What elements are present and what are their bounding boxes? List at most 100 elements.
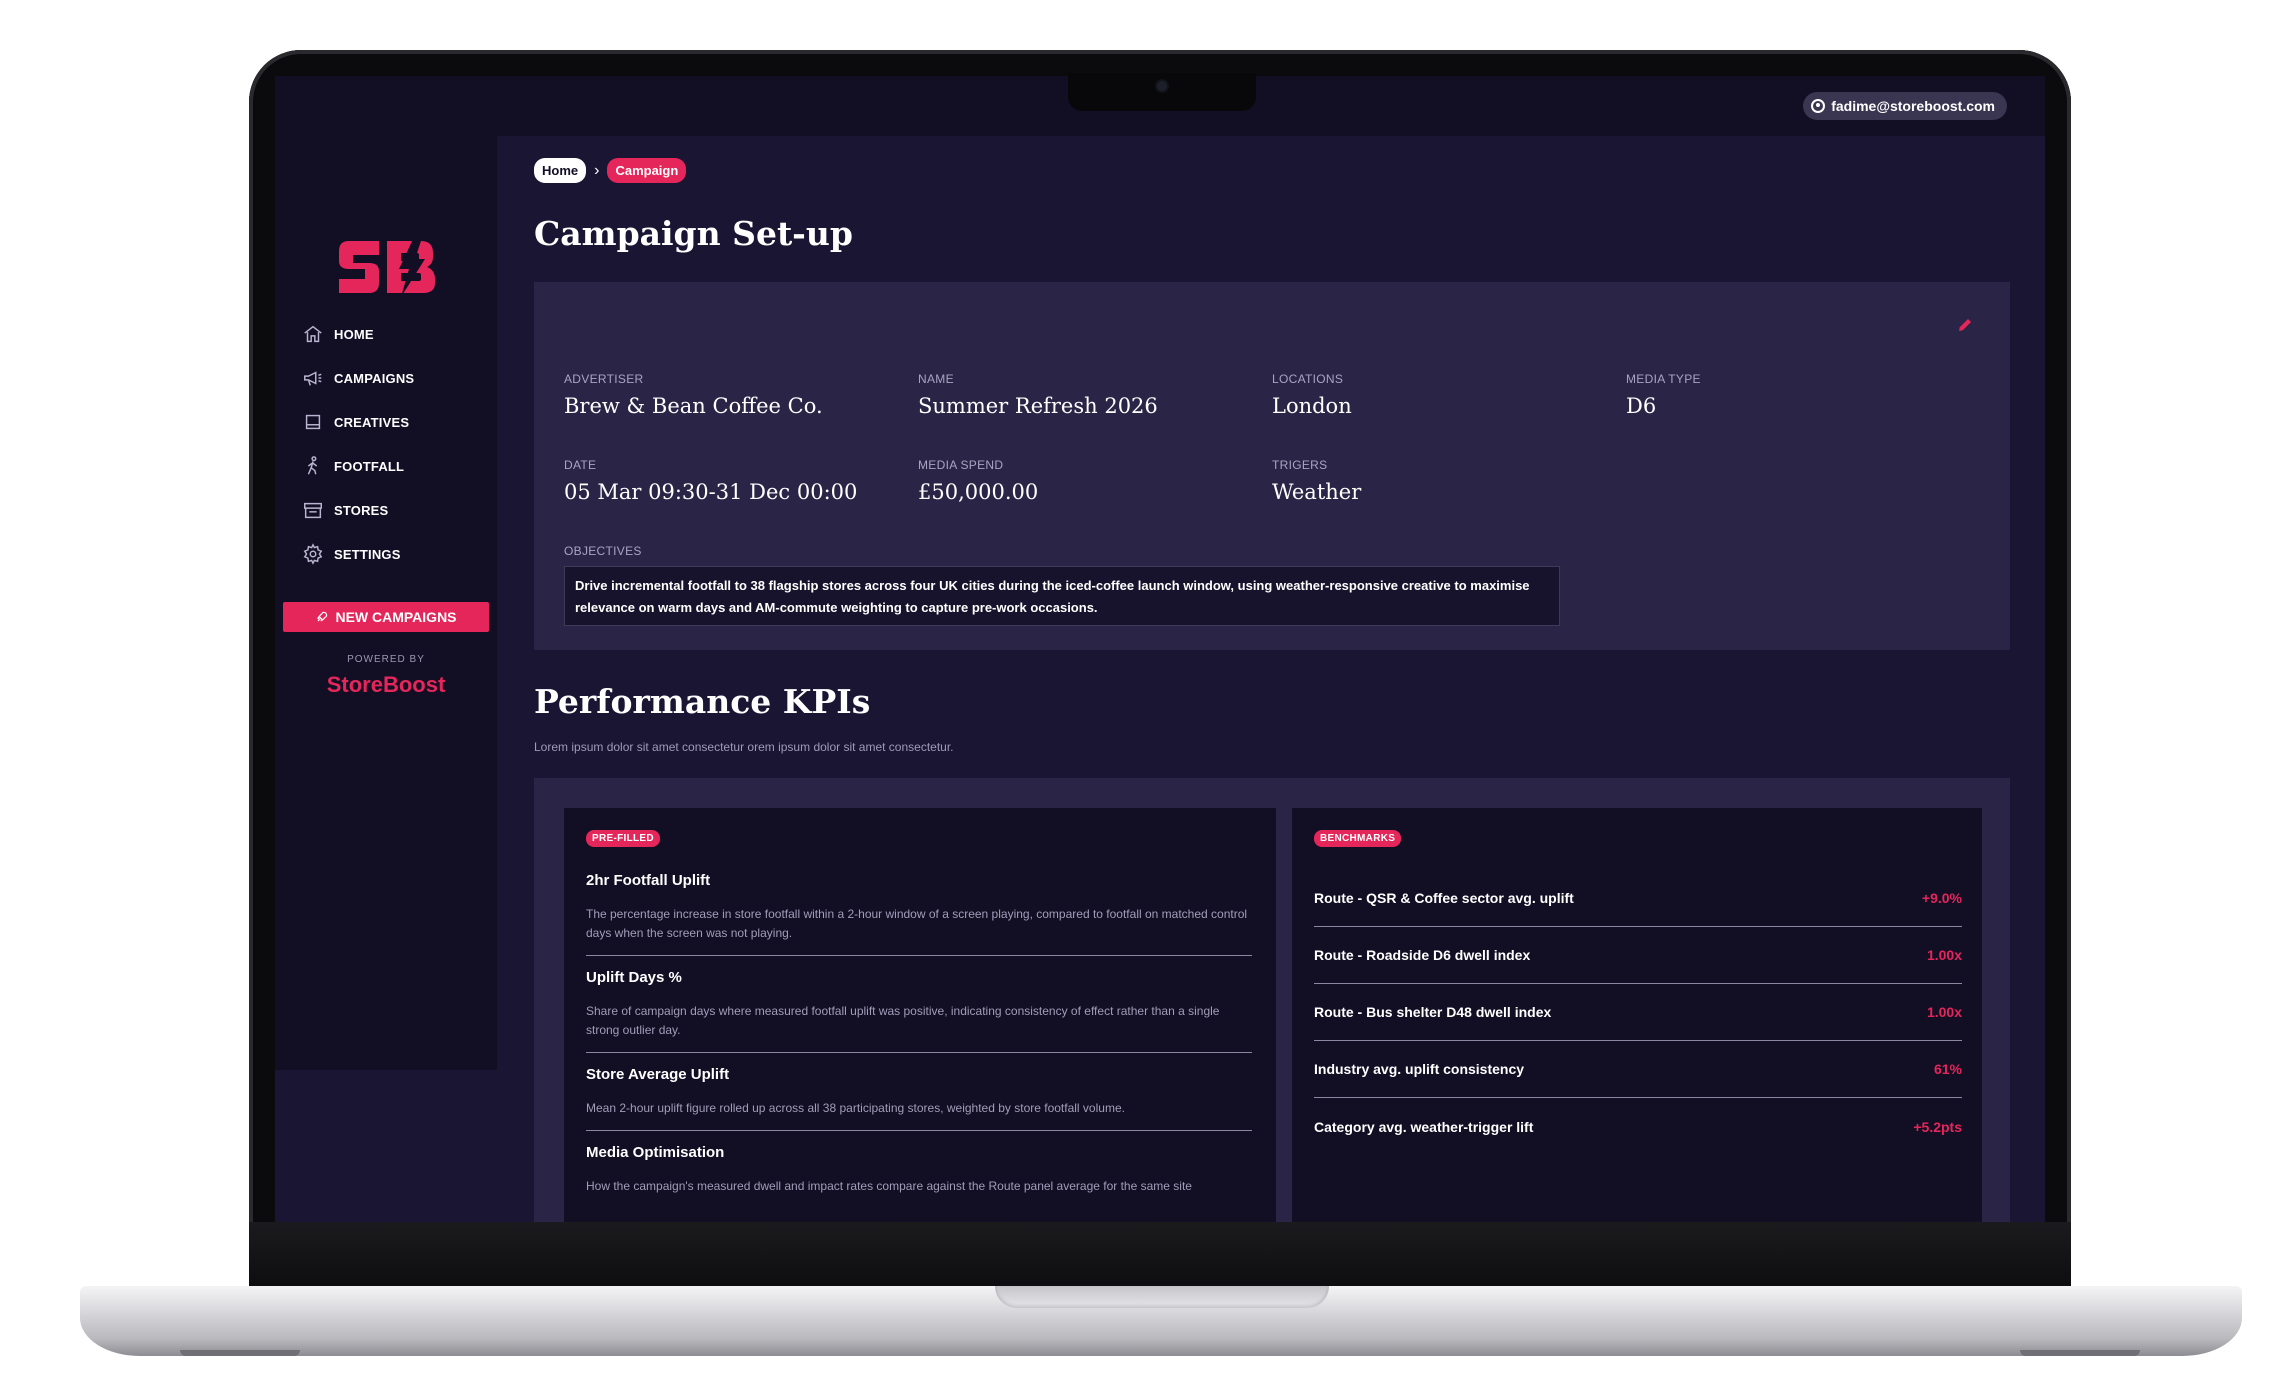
field-media-type: MEDIA TYPE D6: [1626, 372, 1701, 418]
kpi-card: PRE-FILLED 2hr Footfall Uplift The perce…: [534, 778, 2010, 1222]
kpi-description: Mean 2-hour uplift figure rolled up acro…: [586, 1101, 1125, 1115]
kpi-name: Store Average Uplift: [586, 1066, 730, 1083]
sidebar-item-label: FOOTFALL: [334, 458, 405, 474]
field-value: London: [1272, 394, 1352, 418]
sidebar-item-label: HOME: [334, 326, 374, 342]
sidebar-item-campaigns[interactable]: CAMPAIGNS: [302, 356, 414, 400]
list-item: Media Optimisation How the campaign's me…: [586, 1144, 1252, 1208]
chevron-right-icon: ›: [594, 161, 600, 179]
kpi-description: How the campaign's measured dwell and im…: [586, 1179, 1192, 1193]
store-icon: [304, 502, 322, 519]
benchmark-row: Industry avg. uplift consistency 61%: [1314, 1041, 1962, 1098]
sidebar-item-label: CAMPAIGNS: [334, 370, 415, 386]
field-value: D6: [1626, 394, 1657, 418]
field-value: £50,000.00: [918, 480, 1039, 504]
list-item: 2hr Footfall Uplift The percentage incre…: [586, 872, 1252, 956]
walking-person-icon: [307, 456, 318, 475]
breadcrumb-home[interactable]: Home: [534, 158, 587, 183]
brand-wordmark: StoreBoost: [326, 672, 446, 697]
sidebar-nav: HOME CAMPAIGNS CREATIVES FOOTFALL STORES…: [302, 312, 414, 576]
breadcrumb-current: Campaign: [607, 158, 687, 183]
app-screen: fadime@storeboost.com HOME CAMPAIGNS CRE…: [275, 76, 2045, 1222]
kpi-section-title: Performance KPIs: [534, 682, 871, 721]
laptop-foot-right: [2020, 1350, 2140, 1356]
breadcrumb: Home › Campaign: [534, 158, 687, 183]
field-value: Summer Refresh 2026: [918, 394, 1158, 418]
list-item: Uplift Days % Share of campaign days whe…: [586, 969, 1252, 1053]
powered-by-label: POWERED BY: [347, 654, 425, 665]
benchmarks-panel: BENCHMARKS Route - QSR & Coffee sector a…: [1292, 808, 1982, 1222]
home-icon: [304, 325, 322, 343]
field-label: MEDIA SPEND: [918, 458, 1004, 472]
benchmark-row: Route - Roadside D6 dwell index 1.00x: [1314, 927, 1962, 984]
benchmark-row: Category avg. weather-trigger lift +5.2p…: [1314, 1098, 1962, 1155]
sidebar-item-stores[interactable]: STORES: [302, 488, 414, 532]
kpi-list: 2hr Footfall Uplift The percentage incre…: [586, 872, 1252, 1221]
kpi-description: The percentage increase in store footfal…: [586, 907, 1248, 940]
kpi-description: Share of campaign days where measured fo…: [586, 1004, 1220, 1037]
prefilled-kpi-panel: PRE-FILLED 2hr Footfall Uplift The perce…: [564, 808, 1276, 1222]
benchmark-value: +5.2pts: [1913, 1118, 1962, 1135]
rocket-icon: [317, 611, 328, 622]
benchmark-label: Category avg. weather-trigger lift: [1314, 1118, 1534, 1135]
field-value: Brew & Bean Coffee Co.: [564, 394, 823, 418]
field-label: ADVERTISER: [564, 372, 644, 386]
field-value: 05 Mar 09:30-31 Dec 00:00: [564, 480, 858, 504]
kpi-name: 2hr Footfall Uplift: [586, 872, 711, 889]
list-item: Store Average Uplift Mean 2-hour uplift …: [586, 1066, 1252, 1131]
sidebar-item-creatives[interactable]: CREATIVES: [302, 400, 414, 444]
sidebar-item-settings[interactable]: SETTINGS: [302, 532, 414, 576]
field-locations: LOCATIONS London: [1272, 372, 1352, 418]
laptop-foot-left: [180, 1350, 300, 1356]
gear-icon: [303, 543, 323, 565]
user-account-pill[interactable]: fadime@storeboost.com: [1803, 92, 2007, 120]
benchmarks-badge: BENCHMARKS: [1314, 830, 1402, 847]
benchmark-row: Route - QSR & Coffee sector avg. uplift …: [1314, 870, 1962, 927]
field-objectives: OBJECTIVES: [564, 544, 642, 558]
sidebar-item-footfall[interactable]: FOOTFALL: [302, 444, 414, 488]
benchmark-value: 1.00x: [1926, 947, 1962, 963]
pencil-edit-icon[interactable]: [1956, 316, 1974, 334]
field-value: Weather: [1272, 480, 1362, 504]
benchmark-list: Route - QSR & Coffee sector avg. uplift …: [1314, 870, 1962, 1155]
field-label: DATE: [564, 458, 597, 472]
field-date: DATE 05 Mar 09:30-31 Dec 00:00: [564, 458, 857, 504]
field-label: NAME: [918, 372, 954, 386]
kpi-name: Uplift Days %: [586, 969, 682, 986]
sidebar-item-home[interactable]: HOME: [302, 312, 414, 356]
objectives-text: Drive incremental footfall to 38 flagshi…: [564, 566, 1560, 626]
new-campaign-label: NEW CAMPAIGNS: [335, 609, 457, 625]
megaphone-icon: [304, 371, 322, 386]
sidebar-item-label: STORES: [334, 502, 389, 518]
new-campaign-button[interactable]: NEW CAMPAIGNS: [283, 602, 489, 632]
benchmark-value: 61%: [1933, 1061, 1962, 1077]
field-name: NAME Summer Refresh 2026: [918, 372, 1158, 418]
benchmark-value: +9.0%: [1921, 890, 1962, 906]
field-label: MEDIA TYPE: [1626, 372, 1701, 386]
benchmark-label: Route - QSR & Coffee sector avg. uplift: [1314, 890, 1574, 906]
user-icon: [1811, 99, 1826, 113]
benchmark-row: Route - Bus shelter D48 dwell index 1.00…: [1314, 984, 1962, 1041]
sidebar-item-label: SETTINGS: [334, 546, 401, 562]
prefilled-badge: PRE-FILLED: [586, 830, 660, 847]
kpi-name: Media Optimisation: [586, 1144, 725, 1161]
kpi-section-subtitle: Lorem ipsum dolor sit amet consectetur o…: [534, 740, 954, 754]
field-label: OBJECTIVES: [564, 544, 642, 558]
benchmark-label: Route - Bus shelter D48 dwell index: [1314, 1004, 1552, 1020]
image-icon: [305, 414, 321, 430]
storeboost-logo-icon[interactable]: [335, 231, 445, 301]
campaign-setup-card: ADVERTISER Brew & Bean Coffee Co. NAME S…: [534, 282, 2010, 650]
field-label: LOCATIONS: [1272, 372, 1344, 386]
laptop-opening-notch: [995, 1286, 1329, 1308]
benchmark-label: Route - Roadside D6 dwell index: [1314, 947, 1531, 963]
camera-notch: [1068, 73, 1256, 111]
page-title: Campaign Set-up: [534, 214, 853, 253]
sidebar-item-label: CREATIVES: [334, 414, 410, 430]
sidebar: HOME CAMPAIGNS CREATIVES FOOTFALL STORES…: [275, 136, 497, 1070]
laptop-bottom-bezel: [249, 1222, 2071, 1290]
field-triggers: TRIGERS Weather: [1272, 458, 1361, 504]
field-advertiser: ADVERTISER Brew & Bean Coffee Co.: [564, 372, 823, 418]
field-label: TRIGERS: [1272, 458, 1328, 472]
field-media-spend: MEDIA SPEND £50,000.00: [918, 458, 1038, 504]
benchmark-label: Industry avg. uplift consistency: [1314, 1061, 1525, 1077]
